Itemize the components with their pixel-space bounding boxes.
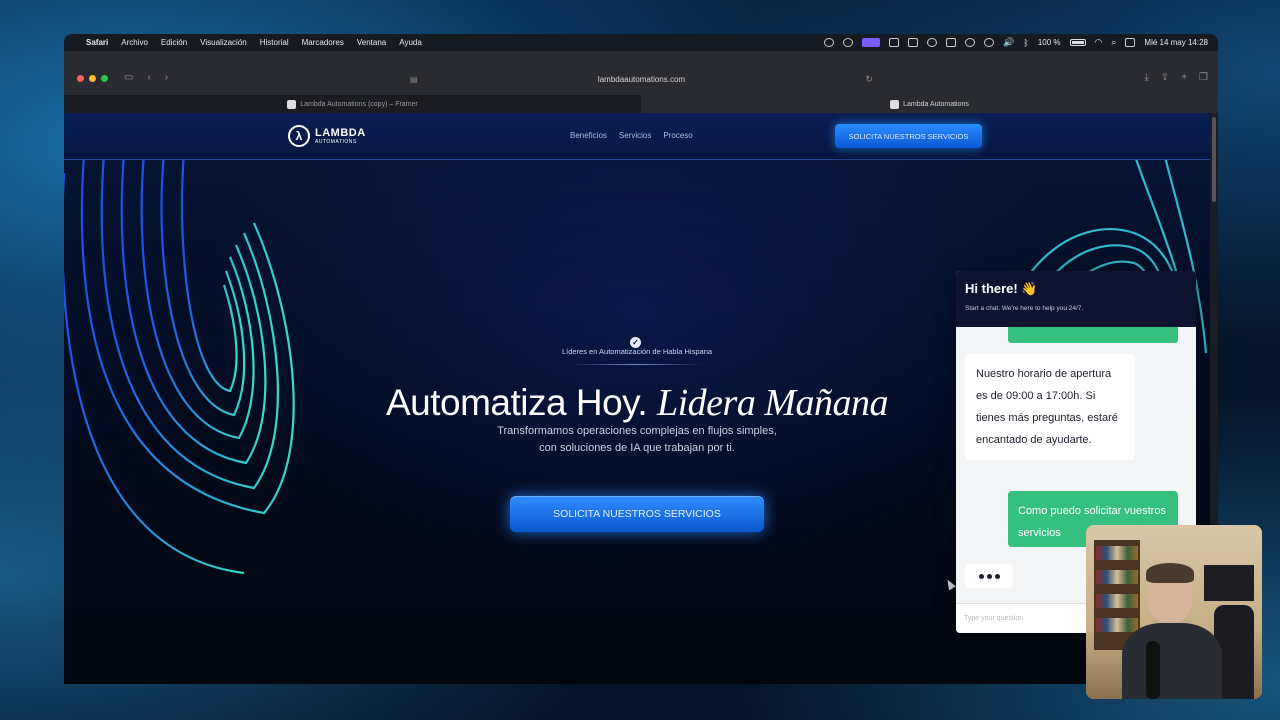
menu-ventana[interactable]: Ventana <box>357 38 386 47</box>
site-logo[interactable]: λ LAMBDA AUTOMATIONS <box>288 125 366 147</box>
gear-icon[interactable] <box>927 38 938 47</box>
tab-bar: Lambda Automations (copy) – Framer Lambd… <box>64 95 1218 113</box>
bluetooth-icon[interactable]: ᛒ <box>1023 38 1028 48</box>
moon-icon[interactable] <box>984 38 995 47</box>
share-icon[interactable]: ⇪ <box>1161 72 1169 83</box>
status-app-icon[interactable] <box>889 38 900 47</box>
site-navbar: λ LAMBDA AUTOMATIONS Beneficios Servicio… <box>64 113 1210 160</box>
microphone <box>1146 641 1160 699</box>
tab-framer[interactable]: Lambda Automations (copy) – Framer <box>64 95 641 113</box>
new-tab-icon[interactable]: + <box>1181 72 1187 83</box>
status-app-icon[interactable] <box>965 38 976 47</box>
reload-icon[interactable]: ↻ <box>865 72 873 87</box>
wifi-icon[interactable]: ◠ <box>1095 37 1103 48</box>
menu-app-name[interactable]: Safari <box>86 38 108 47</box>
battery-percentage: 100 % <box>1037 38 1061 47</box>
menu-edicion[interactable]: Edición <box>161 38 187 47</box>
address-bar-url: lambdaautomations.com <box>597 75 686 84</box>
menu-marcadores[interactable]: Marcadores <box>302 38 344 47</box>
browser-toolbar: ▭ ‹ › ▤ lambdaautomations.com ↻ ⤓ ⇪ + ❐ <box>64 51 1218 95</box>
tab-label: Lambda Automations (copy) – Framer <box>300 100 418 108</box>
scrollbar-thumb[interactable] <box>1212 117 1216 202</box>
menu-historial[interactable]: Historial <box>260 38 289 47</box>
chat-header: Hi there! 👋 Start a chat. We're here to … <box>956 271 1196 327</box>
volume-icon[interactable]: 🔊 <box>1003 37 1014 48</box>
person-hair <box>1146 563 1194 583</box>
fullscreen-window-button[interactable] <box>101 75 108 82</box>
tab-label: Lambda Automations <box>903 100 969 108</box>
window-controls <box>77 75 108 82</box>
control-center-icon[interactable] <box>1125 38 1136 47</box>
menu-datetime[interactable]: Mié 14 may 14:28 <box>1144 38 1208 47</box>
chat-subtitle: Start a chat. We're here to help you 24/… <box>965 305 1084 312</box>
lambda-favicon-icon <box>890 99 900 109</box>
status-tool-icon[interactable] <box>908 38 919 47</box>
minimize-window-button[interactable] <box>89 75 96 82</box>
badge-underline <box>570 364 703 365</box>
person-body <box>1122 623 1222 699</box>
nav-cta-button[interactable]: SOLICITA NUESTROS SERVICIOS <box>835 124 982 148</box>
headline-part1: Automatiza Hoy. <box>386 382 648 423</box>
forward-icon[interactable]: › <box>165 72 168 83</box>
nav-link-servicios[interactable]: Servicios <box>619 131 651 140</box>
search-icon[interactable]: ⌕ <box>1111 37 1116 48</box>
bot-message-bubble: Nuestro horario de apertura es de 09:00 … <box>965 354 1135 460</box>
headline-part2: Lidera Mañana <box>656 382 889 424</box>
logo-line2: AUTOMATIONS <box>315 138 357 145</box>
tab-lambda[interactable]: Lambda Automations <box>641 95 1218 113</box>
lambda-logo-icon: λ <box>288 125 310 147</box>
menu-archivo[interactable]: Archivo <box>121 38 148 47</box>
screen-record-icon[interactable] <box>862 38 881 47</box>
sidebar-icon[interactable]: ▭ <box>124 72 133 83</box>
nav-link-proceso[interactable]: Proceso <box>663 131 692 140</box>
background-monitor <box>1204 565 1254 601</box>
hero-cta-button[interactable]: SOLICITA NUESTROS SERVICIOS <box>510 496 764 532</box>
nav-links: Beneficios Servicios Proceso <box>570 131 693 140</box>
user-message-bubble <box>1008 327 1178 343</box>
nav-link-beneficios[interactable]: Beneficios <box>570 131 607 140</box>
tab-overview-icon[interactable]: ❐ <box>1199 72 1208 83</box>
macos-menu-bar: Safari Archivo Edición Visualización His… <box>64 34 1218 51</box>
download-icon[interactable]: ⤓ <box>1144 72 1148 83</box>
status-app-icon[interactable] <box>946 38 957 47</box>
battery-icon[interactable] <box>1069 39 1086 46</box>
hero-subheadline: Transformamos operaciones complejas en f… <box>497 425 777 454</box>
logo-line1: LAMBDA <box>315 126 366 139</box>
back-icon[interactable]: ‹ <box>147 72 150 83</box>
typing-indicator <box>965 564 1013 588</box>
status-wechat-icon[interactable] <box>843 38 854 47</box>
webcam-overlay <box>1086 525 1262 699</box>
status-app-icon[interactable] <box>824 38 835 47</box>
page-menu-icon[interactable]: ▤ <box>410 72 418 87</box>
chat-title: Hi there! 👋 <box>965 281 1038 296</box>
close-window-button[interactable] <box>77 75 84 82</box>
address-bar[interactable]: ▤ lambdaautomations.com ↻ <box>410 72 873 87</box>
menu-ayuda[interactable]: Ayuda <box>399 38 422 47</box>
menu-visualizacion[interactable]: Visualización <box>200 38 247 47</box>
framer-favicon-icon <box>287 99 297 109</box>
